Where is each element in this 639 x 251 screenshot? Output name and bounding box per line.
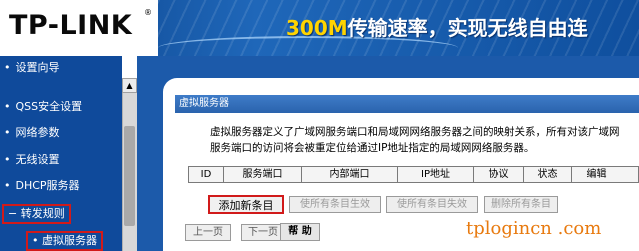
sidebar-item-qss[interactable]: • QSS安全设置 [4, 97, 82, 117]
enable-all-button[interactable]: 使所有条目生效 [289, 196, 381, 213]
scrollbar-thumb[interactable] [124, 126, 135, 226]
collapse-icon: − [8, 207, 18, 220]
disable-all-button[interactable]: 使所有条目失效 [386, 196, 478, 213]
column-header-status: 状态 [523, 167, 571, 182]
help-button[interactable]: 帮 助 [280, 223, 320, 241]
registered-mark: ® [144, 8, 152, 17]
sidebar-item-virtual-server[interactable]: • 虚拟服务器 [26, 231, 103, 251]
scroll-up-icon[interactable]: ▲ [122, 78, 137, 93]
sidebar-item-label: QSS安全设置 [15, 100, 83, 113]
sidebar-item-label: 转发规则 [20, 207, 65, 220]
sidebar-menu: • 设置向导 • QSS安全设置 • 网络参数 • 无线设置 • DHCP服务器… [0, 56, 122, 251]
description-line: 服务端口的访问将会被重定位给通过IP地址指定的局域网网络服务器。 [210, 142, 535, 154]
header-banner: TP-LINK ® 300M传输速率，实现无线自由连 [0, 0, 639, 56]
sidebar-item-dhcp[interactable]: • DHCP服务器 [4, 176, 80, 196]
logo-area: TP-LINK ® [0, 0, 158, 56]
bullet-icon: • [4, 153, 11, 166]
sidebar-item-wireless[interactable]: • 无线设置 [4, 150, 60, 170]
column-header-service-port: 服务端口 [223, 167, 301, 182]
prev-page-button[interactable]: 上一页 [185, 224, 231, 241]
sidebar-item-label: 无线设置 [15, 153, 60, 166]
header-slogan: 300M传输速率，实现无线自由连 [286, 12, 588, 41]
sidebar-item-label: 设置向导 [15, 61, 60, 74]
next-page-button[interactable]: 下一页 [241, 224, 285, 241]
bullet-icon: • [4, 179, 11, 192]
bullet-icon: • [32, 234, 39, 247]
delete-all-button[interactable]: 删除所有条目 [484, 196, 558, 213]
column-header-id: ID [200, 169, 212, 180]
bullet-icon: • [4, 126, 11, 139]
sidebar-item-label: 虚拟服务器 [42, 234, 97, 247]
sidebar-item-network[interactable]: • 网络参数 [4, 123, 60, 143]
bullet-icon: • [4, 100, 11, 113]
slogan-highlight: 300M [286, 16, 348, 40]
panel-description: 虚拟服务器定义了广域网服务端口和局域网网络服务器之间的映射关系，所有对该广域网 … [210, 124, 638, 156]
tp-link-logo: TP-LINK [9, 10, 133, 41]
column-header-edit: 编辑 [571, 167, 621, 182]
column-header-internal-port: 内部端口 [301, 167, 397, 182]
sidebar-item-label: DHCP服务器 [15, 179, 80, 192]
panel-title: 虚拟服务器 [175, 95, 639, 113]
column-header-protocol: 协议 [473, 167, 523, 182]
sidebar-item-setup-wizard[interactable]: • 设置向导 [4, 61, 60, 75]
table-header: ID 服务端口 内部端口 IP地址 协议 状态 编辑 [188, 166, 639, 183]
sidebar-item-label: 网络参数 [15, 126, 60, 139]
column-header-ip: IP地址 [397, 167, 473, 182]
slogan-text: 传输速率，实现无线自由连 [347, 16, 588, 40]
bullet-icon: • [4, 61, 11, 74]
sidebar-item-forwarding[interactable]: − 转发规则 [2, 204, 71, 224]
description-line: 虚拟服务器定义了广域网服务端口和局域网网络服务器之间的映射关系，所有对该广域网 [210, 126, 620, 138]
watermark-text: tplogincn .com [466, 218, 602, 239]
add-entry-button[interactable]: 添加新条目 [208, 195, 284, 214]
